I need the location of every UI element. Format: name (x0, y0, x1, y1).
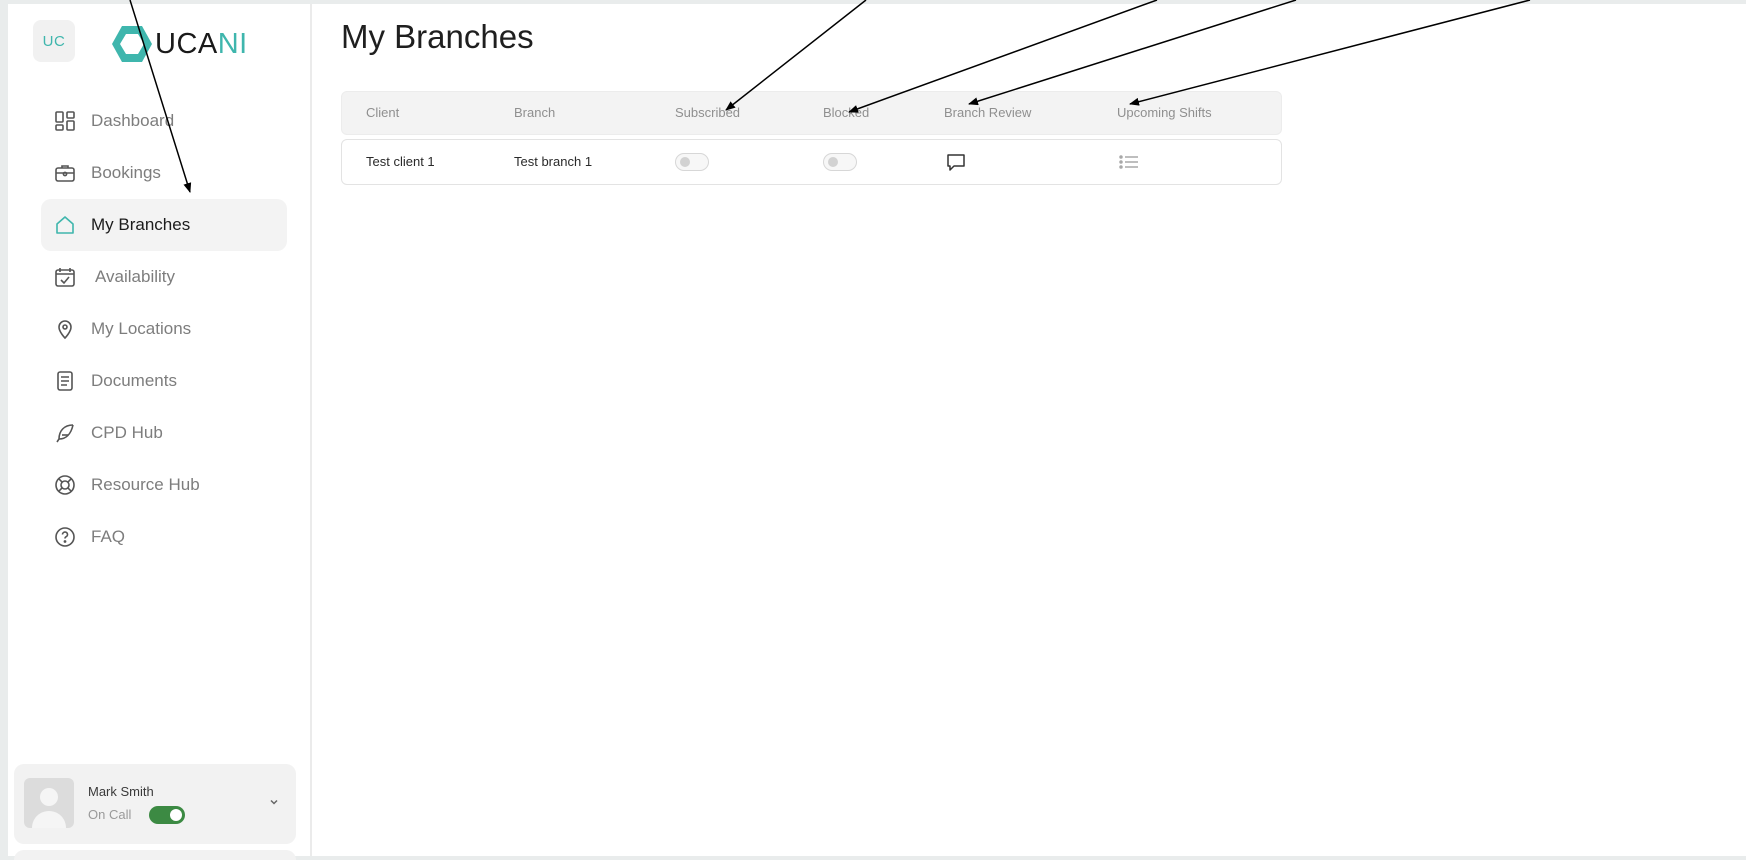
list-icon[interactable] (1118, 152, 1140, 172)
user-initials-badge[interactable]: UC (33, 20, 75, 62)
sidebar-item-resource-hub[interactable]: Resource Hub (41, 459, 287, 511)
column-header-client: Client (366, 105, 400, 120)
cell-branch: Test branch 1 (514, 154, 593, 169)
sidebar-item-cpd-hub[interactable]: CPD Hub (41, 407, 287, 459)
toggle-knob (170, 809, 182, 821)
column-header-branch: Branch (514, 105, 556, 120)
subscribed-toggle[interactable] (675, 153, 709, 171)
column-header-branch-review: Branch Review (944, 105, 1032, 120)
toggle-knob (680, 157, 690, 167)
sidebar-item-faq[interactable]: FAQ (41, 511, 287, 563)
column-header-upcoming-shifts: Upcoming Shifts (1117, 105, 1212, 120)
document-icon (54, 370, 76, 392)
sidebar-item-label: Bookings (91, 163, 161, 182)
sidebar-item-my-branches[interactable]: My Branches (41, 199, 287, 251)
on-call-label: On Call (88, 807, 132, 822)
chevron-down-icon[interactable] (268, 796, 280, 808)
home-icon (54, 214, 76, 236)
sidebar-item-documents[interactable]: Documents (41, 355, 287, 407)
question-circle-icon (54, 526, 76, 548)
sidebar-item-bookings[interactable]: Bookings (41, 147, 287, 199)
toggle-knob (828, 157, 838, 167)
table-row[interactable]: Test client 1 Test branch 1 (341, 139, 1282, 185)
blocked-toggle[interactable] (823, 153, 857, 171)
lifebuoy-icon (54, 474, 76, 496)
briefcase-icon (54, 162, 76, 184)
sidebar-item-label: Dashboard (91, 111, 175, 130)
sidebar-item-label: My Branches (91, 215, 191, 234)
user-profile-card[interactable]: Mark Smith On Call (14, 764, 296, 844)
calendar-check-icon (54, 266, 76, 288)
ucani-logo[interactable]: UCANI (111, 24, 248, 64)
sidebar-item-label: Documents (91, 371, 177, 390)
sidebar-item-label: Availability (95, 267, 176, 286)
page-title: My Branches (341, 18, 534, 55)
sidebar-item-label: My Locations (91, 319, 192, 338)
column-header-subscribed: Subscribed (675, 105, 741, 120)
sidebar-item-label: CPD Hub (91, 423, 163, 442)
sidebar-item-label: Resource Hub (91, 475, 200, 494)
sidebar-item-dashboard[interactable]: Dashboard (41, 95, 287, 147)
cell-client: Test client 1 (366, 154, 435, 169)
user-name: Mark Smith (88, 784, 154, 799)
logo-text: UCANI (155, 27, 248, 60)
feather-icon (54, 422, 76, 444)
column-header-blocked: Blocked (823, 105, 870, 120)
sidebar-item-label: FAQ (91, 527, 126, 546)
chat-bubble-icon[interactable] (945, 152, 967, 172)
main-content: My Branches Client Branch Subscribed Blo… (341, 4, 1741, 856)
sidebar: UC UCANI Dashboard Bookings My Branches … (8, 4, 312, 860)
profile-card-shadow (14, 850, 296, 860)
dashboard-icon (54, 110, 76, 132)
app-window: UC UCANI Dashboard Bookings My Branches … (8, 4, 1746, 860)
location-pin-icon (54, 318, 76, 340)
sidebar-item-availability[interactable]: Availability (41, 251, 287, 303)
hexagon-logo-icon (112, 26, 152, 62)
on-call-toggle[interactable] (149, 806, 185, 824)
table-header: Client Branch Subscribed Blocked Branch … (341, 91, 1282, 135)
sidebar-item-my-locations[interactable]: My Locations (41, 303, 287, 355)
avatar[interactable] (24, 778, 74, 828)
